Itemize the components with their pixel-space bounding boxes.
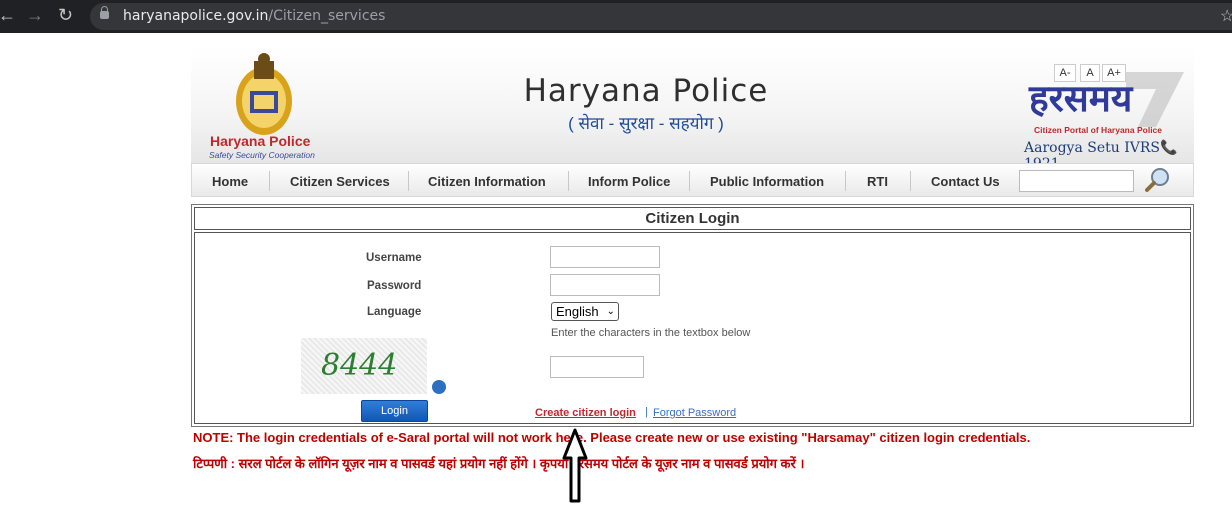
link-separator: |: [645, 406, 648, 418]
password-label: Password: [367, 280, 422, 292]
language-label: Language: [367, 306, 422, 318]
nav-rti[interactable]: RTI: [867, 174, 888, 189]
nav-divider: [845, 171, 846, 191]
lock-icon: [100, 6, 109, 19]
language-selected-value: English: [556, 304, 599, 319]
search-input[interactable]: [1019, 170, 1134, 192]
nav-divider: [689, 171, 690, 191]
login-heading: Citizen Login: [194, 207, 1191, 230]
url-text[interactable]: haryanapolice.gov.in/Citizen_services: [123, 8, 385, 24]
language-select[interactable]: English ⌄: [551, 302, 619, 321]
logo-title: Haryana Police: [210, 133, 311, 149]
captcha-image: 8444: [301, 338, 427, 394]
username-field[interactable]: [550, 246, 660, 268]
captcha-input[interactable]: [550, 356, 644, 378]
note-english: NOTE: The login credentials of e-Saral p…: [193, 430, 1031, 445]
nav-divider: [910, 171, 911, 191]
captcha-text: 8444: [321, 348, 398, 383]
page-title: Haryana Police: [523, 73, 769, 109]
nav-divider: [408, 171, 409, 191]
login-button[interactable]: Login: [361, 400, 428, 422]
nav-public-information[interactable]: Public Information: [710, 174, 824, 189]
site-header: Haryana Police Safety Security Cooperati…: [191, 47, 1194, 172]
nav-divider: [568, 171, 569, 191]
page-subtitle: ( सेवा - सुरक्षा - सहयोग ): [568, 114, 724, 133]
main-nav: Home Citizen Services Citizen Informatio…: [191, 163, 1194, 197]
back-arrow-icon[interactable]: ←: [0, 5, 16, 26]
login-form: Username Password Language English ⌄ Ente…: [194, 232, 1191, 424]
url-host: haryanapolice.gov.in: [123, 8, 269, 24]
nav-home[interactable]: Home: [212, 174, 248, 189]
url-path: /Citizen_services: [268, 8, 386, 24]
nav-citizen-information[interactable]: Citizen Information: [428, 174, 546, 189]
bookmark-star-icon[interactable]: ☆: [1220, 6, 1232, 26]
harsamay-title: हरसमय: [1029, 77, 1133, 120]
chevron-down-icon: ⌄: [606, 306, 615, 317]
forward-arrow-icon[interactable]: →: [26, 5, 44, 26]
nav-citizen-services[interactable]: Citizen Services: [290, 174, 390, 189]
nav-divider: [269, 171, 270, 191]
note-hindi: टिप्पणी : सरल पोर्टल के लॉगिन यूज़र नाम …: [193, 456, 805, 471]
username-label: Username: [366, 252, 422, 264]
create-citizen-login-link[interactable]: Create citizen login: [535, 407, 636, 419]
annotation-arrow-icon: [562, 428, 588, 503]
nav-inform-police[interactable]: Inform Police: [588, 174, 670, 189]
citizen-login-panel: Citizen Login Username Password Language…: [191, 204, 1194, 427]
reload-icon[interactable]: ↻: [58, 5, 73, 26]
logo-tagline: Safety Security Cooperation: [209, 150, 315, 160]
harsamay-subtitle: Citizen Portal of Haryana Police: [1034, 125, 1163, 135]
password-field[interactable]: [550, 274, 660, 296]
nav-contact-us[interactable]: Contact Us: [931, 174, 1000, 189]
forgot-password-link[interactable]: Forgot Password: [653, 407, 736, 419]
browser-toolbar: ← → ↻ haryanapolice.gov.in/Citizen_servi…: [0, 0, 1232, 33]
captcha-hint: Enter the characters in the textbox belo…: [551, 327, 751, 339]
refresh-captcha-icon[interactable]: [432, 380, 446, 394]
search-icon[interactable]: [1145, 167, 1171, 193]
